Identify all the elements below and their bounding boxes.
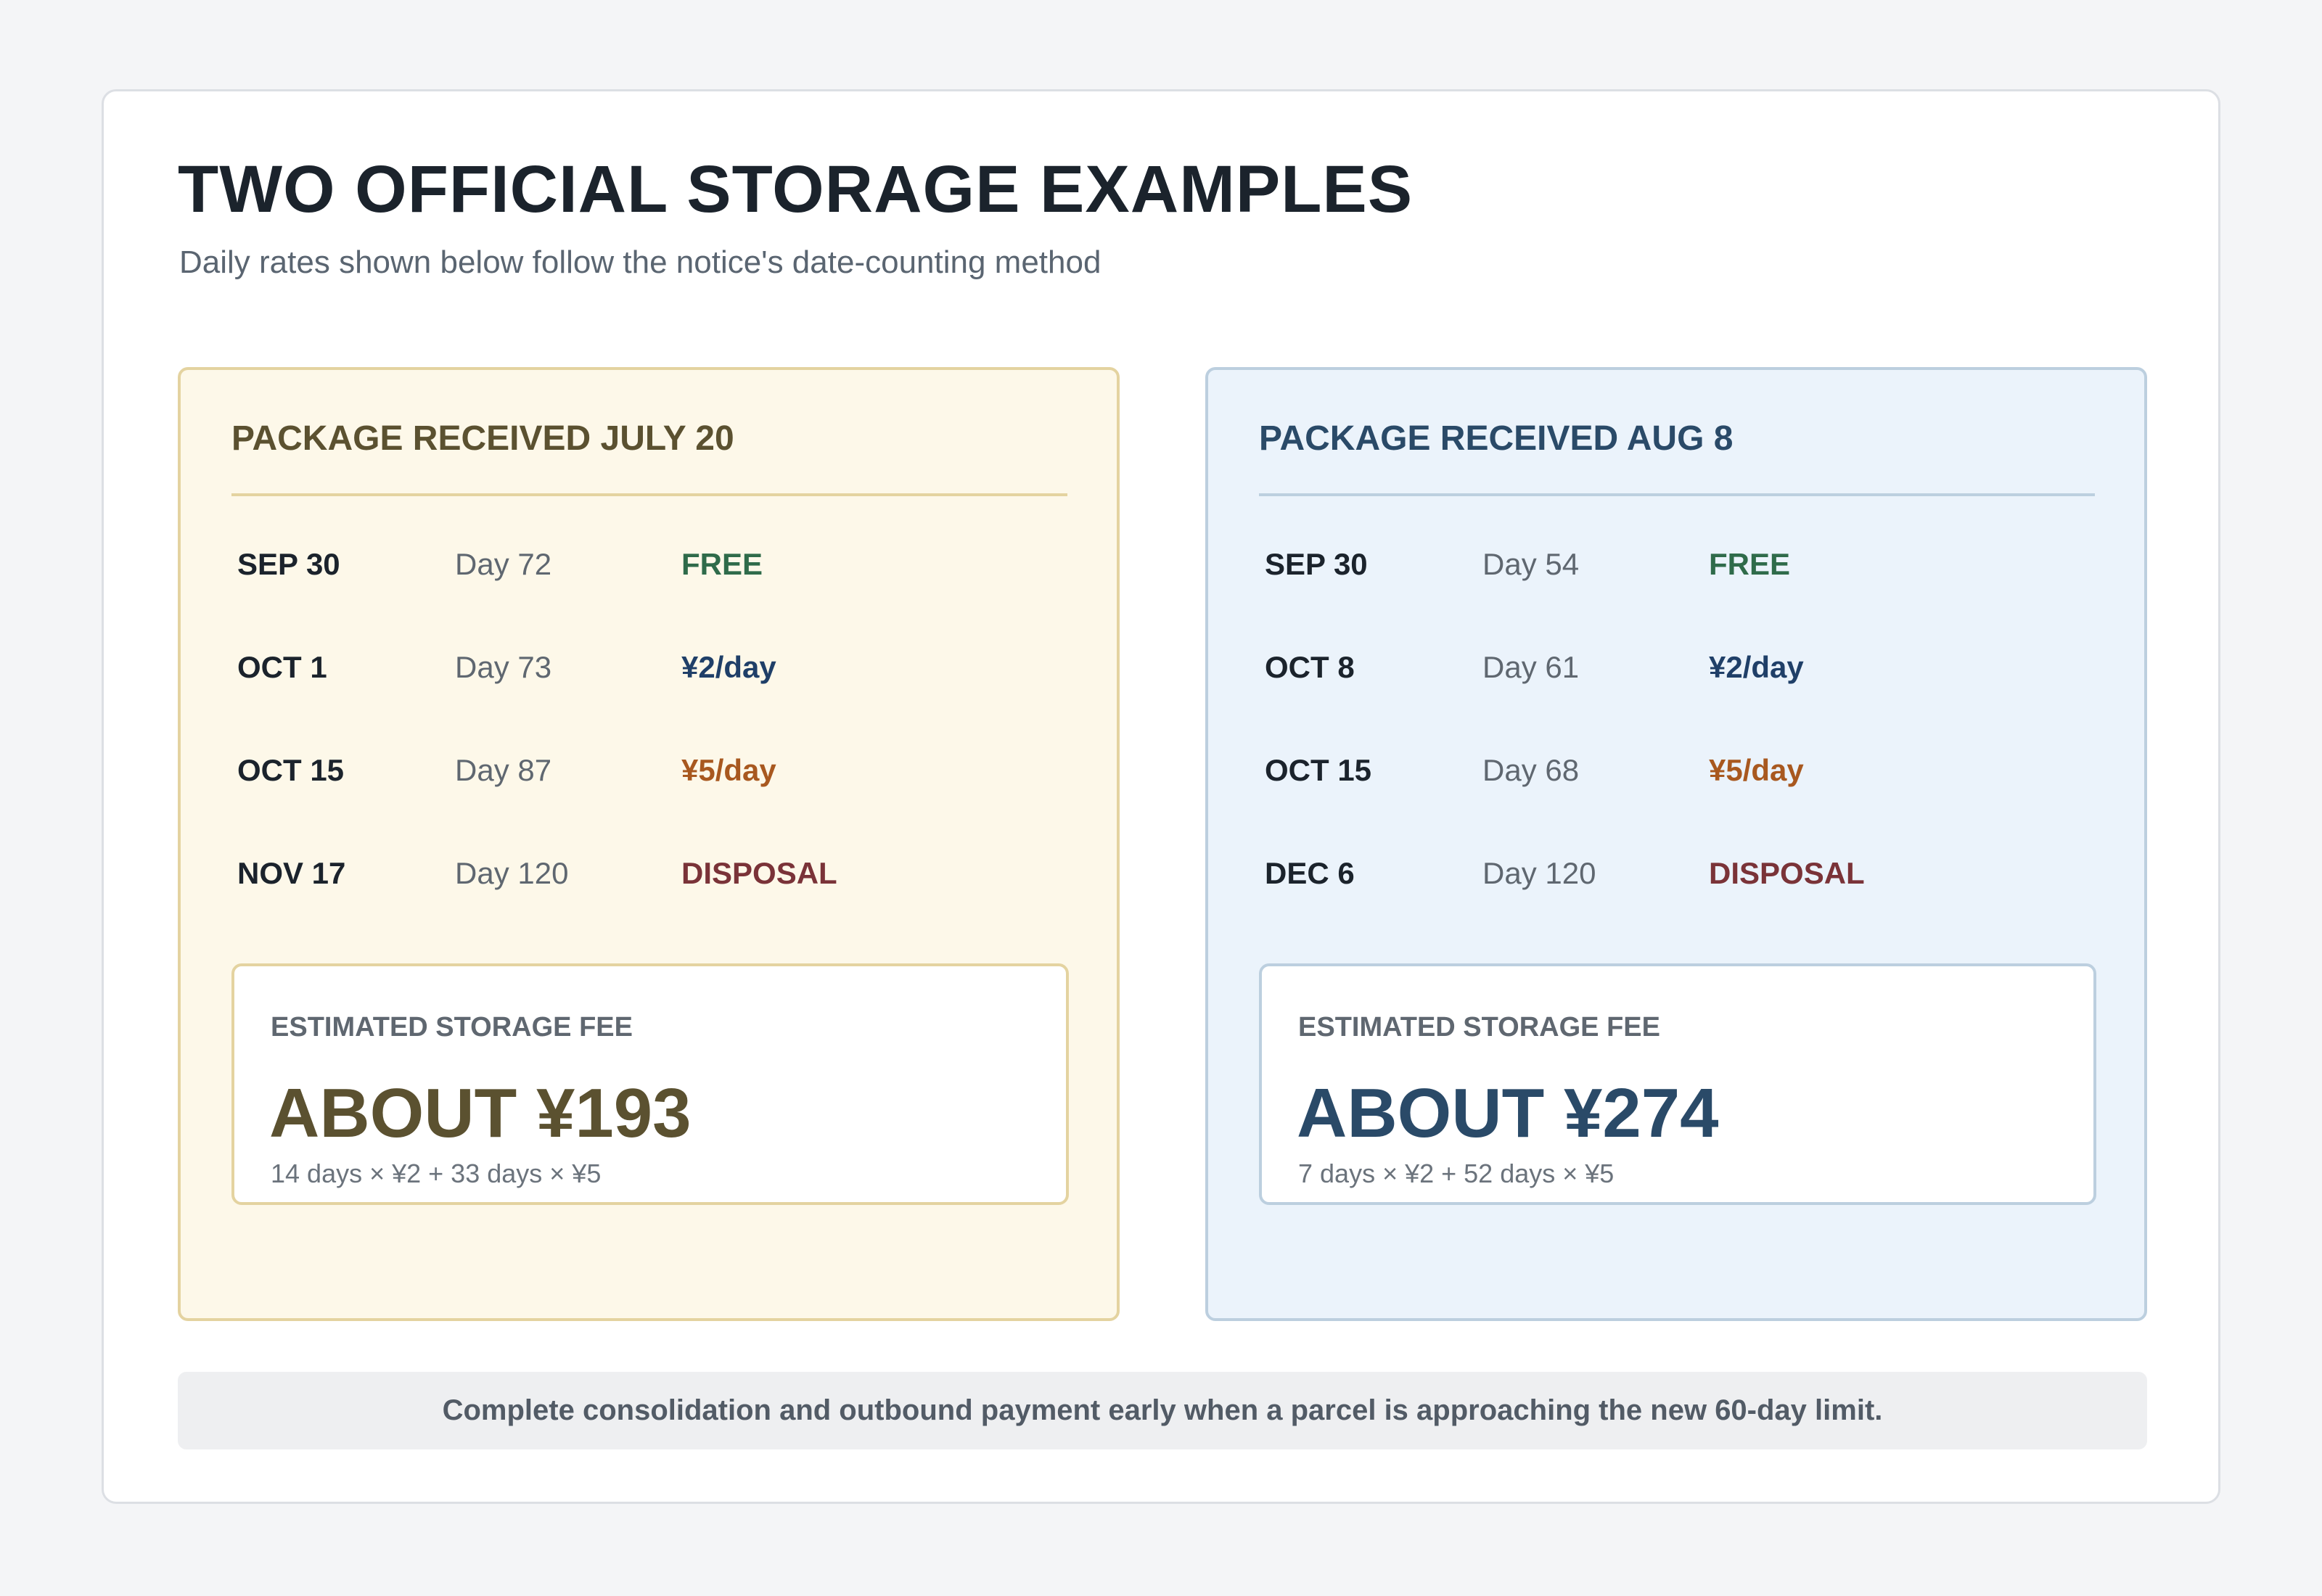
- row-status: ¥5/day: [681, 753, 776, 787]
- timeline-row: OCT 15 Day 68 ¥5/day: [1265, 749, 2063, 792]
- row-day-count: Day 54: [1482, 547, 1580, 581]
- fee-amount: ABOUT ¥274: [1297, 1074, 1719, 1152]
- row-status: DISPOSAL: [681, 856, 837, 890]
- timeline-row: OCT 15 Day 87 ¥5/day: [237, 749, 1035, 792]
- timeline-row: OCT 1 Day 73 ¥2/day: [237, 646, 1035, 689]
- page-title: TWO OFFICIAL STORAGE EXAMPLES: [178, 152, 1414, 226]
- row-day-count: Day 120: [455, 856, 569, 890]
- timeline-row: SEP 30 Day 72 FREE: [237, 543, 1035, 586]
- row-status: ¥5/day: [1709, 753, 1804, 787]
- fee-formula: 14 days × ¥2 + 33 days × ¥5: [271, 1159, 602, 1188]
- storage-examples-card: TWO OFFICIAL STORAGE EXAMPLES Daily rate…: [102, 89, 2220, 1504]
- row-status: ¥2/day: [681, 650, 776, 684]
- timeline-row: SEP 30 Day 54 FREE: [1265, 543, 2063, 586]
- row-date: SEP 30: [1265, 547, 1368, 581]
- estimated-fee-box: ESTIMATED STORAGE FEE ABOUT ¥193 14 days…: [231, 963, 1069, 1205]
- row-status: FREE: [681, 547, 763, 581]
- row-date: OCT 15: [237, 753, 345, 787]
- row-date: DEC 6: [1265, 856, 1355, 890]
- row-status: ¥2/day: [1709, 650, 1804, 684]
- fee-amount: ABOUT ¥193: [269, 1074, 692, 1152]
- row-date: NOV 17: [237, 856, 346, 890]
- timeline-row: OCT 8 Day 61 ¥2/day: [1265, 646, 2063, 689]
- row-day-count: Day 72: [455, 547, 552, 581]
- estimated-fee-box: ESTIMATED STORAGE FEE ABOUT ¥274 7 days …: [1259, 963, 2096, 1205]
- row-day-count: Day 87: [455, 753, 552, 787]
- fee-formula: 7 days × ¥2 + 52 days × ¥5: [1298, 1159, 1615, 1188]
- row-day-count: Day 61: [1482, 650, 1580, 684]
- fee-label: ESTIMATED STORAGE FEE: [1298, 1012, 1660, 1042]
- row-date: SEP 30: [237, 547, 340, 581]
- page-subtitle: Daily rates shown below follow the notic…: [179, 244, 1101, 280]
- row-date: OCT 1: [237, 650, 327, 684]
- example-panel-aug-8: PACKAGE RECEIVED AUG 8 SEP 30 Day 54 FRE…: [1205, 367, 2147, 1321]
- row-date: OCT 8: [1265, 650, 1355, 684]
- row-status: DISPOSAL: [1709, 856, 1865, 890]
- advisory-note-bar: Complete consolidation and outbound paym…: [178, 1372, 2147, 1449]
- timeline-row: NOV 17 Day 120 DISPOSAL: [237, 852, 1035, 895]
- panel-heading: PACKAGE RECEIVED JULY 20: [231, 419, 734, 458]
- timeline-row: DEC 6 Day 120 DISPOSAL: [1265, 852, 2063, 895]
- panel-divider: [231, 493, 1067, 496]
- row-day-count: Day 120: [1482, 856, 1596, 890]
- example-panel-july-20: PACKAGE RECEIVED JULY 20 SEP 30 Day 72 F…: [178, 367, 1120, 1321]
- panel-divider: [1259, 493, 2095, 496]
- row-status: FREE: [1709, 547, 1791, 581]
- panel-heading: PACKAGE RECEIVED AUG 8: [1259, 419, 1734, 458]
- advisory-note: Complete consolidation and outbound paym…: [442, 1394, 1883, 1426]
- row-date: OCT 15: [1265, 753, 1372, 787]
- row-day-count: Day 73: [455, 650, 552, 684]
- fee-label: ESTIMATED STORAGE FEE: [271, 1012, 633, 1042]
- row-day-count: Day 68: [1482, 753, 1580, 787]
